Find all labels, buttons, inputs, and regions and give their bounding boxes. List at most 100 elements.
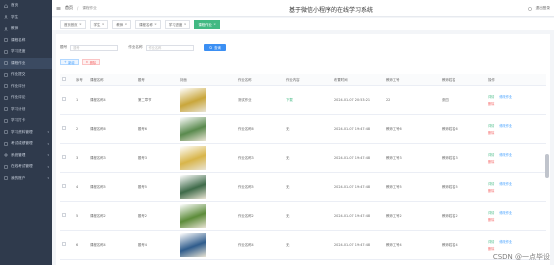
detail-button[interactable]: 详情	[488, 94, 494, 99]
tab-0[interactable]: 首页首页 ×	[60, 19, 86, 29]
chevron-down-icon: ▾	[47, 176, 49, 181]
sidebar-item[interactable]: 首页	[0, 0, 52, 12]
operation-row: + 新增 × 删除	[60, 59, 101, 65]
tab-2[interactable]: 教师 ×	[112, 19, 132, 29]
sidebar-item[interactable]: 作业提交	[0, 69, 52, 81]
sidebar-item-label: 在线考试管理	[11, 164, 33, 169]
user-icon	[4, 15, 8, 19]
close-icon[interactable]: ×	[184, 22, 187, 26]
search-button[interactable]: 查询	[203, 44, 226, 51]
cell-name: 测试作业	[236, 85, 284, 115]
cell-content: 无	[284, 114, 332, 144]
sidebar-item[interactable]: 学习进度	[0, 46, 52, 58]
menu-fold-icon[interactable]	[56, 6, 61, 11]
row-checkbox[interactable]	[62, 155, 66, 159]
sidebar-item[interactable]: 在线考试管理 ▾	[0, 161, 52, 173]
upload-icon	[4, 73, 8, 77]
delete-row-button[interactable]: 删除	[488, 188, 494, 193]
sidebar-item[interactable]: 学习资料管理 ▾	[0, 127, 52, 139]
cell-time: 2024-01-07 19:47:48	[332, 230, 384, 260]
detail-button[interactable]: 详情	[488, 123, 494, 128]
cell-teacher-no: 教师工号3	[384, 143, 440, 173]
sidebar-item[interactable]: 学习计划	[0, 104, 52, 116]
edit-button[interactable]: 修改作业	[499, 181, 512, 186]
close-icon[interactable]: ×	[79, 22, 82, 26]
row-checkbox[interactable]	[62, 184, 66, 188]
table-row[interactable]: 5 课程名称2 题号2 作业名称2 无 2024-01-07 19:47:48 教师工号2 教…	[60, 201, 546, 231]
calendar-icon	[4, 107, 8, 111]
add-button[interactable]: + 新增	[60, 59, 79, 65]
cell-content: 无	[284, 172, 332, 202]
actions-cell: 详情 修改作业 删除	[486, 85, 546, 115]
edit-button[interactable]: 修改作业	[499, 210, 512, 215]
row-checkbox[interactable]	[62, 242, 66, 246]
close-icon[interactable]: ×	[154, 22, 157, 26]
tab-5[interactable]: 课程作业 ×	[194, 19, 220, 29]
column-header: 布置时间	[332, 74, 384, 86]
row-checkbox[interactable]	[62, 126, 66, 130]
row-actions: 详情 修改作业 删除	[488, 152, 546, 164]
column-header: 作业内容	[284, 74, 332, 86]
tab-4[interactable]: 学习进度 ×	[164, 19, 191, 29]
table-row[interactable]: 6 课程名称4 题号4 作业名称4 无 2024-01-07 19:47:48 教师工号4 教…	[60, 230, 546, 260]
edit-button[interactable]: 修改作业	[499, 94, 512, 99]
number-search-input[interactable]: 题号	[70, 44, 119, 51]
cell-time: 2024-01-07 19:47:48	[332, 201, 384, 231]
detail-button[interactable]: 详情	[488, 152, 494, 157]
sidebar-item-label: 作业评论	[11, 95, 26, 100]
sidebar-item[interactable]: 学习打卡	[0, 115, 52, 127]
sidebar-item[interactable]: 学生	[0, 12, 52, 24]
detail-button[interactable]: 详情	[488, 181, 494, 186]
delete-row-button[interactable]: 删除	[488, 217, 494, 222]
cell-number: 题号3	[136, 143, 178, 173]
edit-button[interactable]: 修改作业	[499, 123, 512, 128]
edit-button[interactable]: 修改作业	[499, 152, 512, 157]
sidebar-item-label: 考试成绩管理	[11, 141, 33, 146]
cell-teacher-no: 教师工号2	[384, 201, 440, 231]
tab-1[interactable]: 学生 ×	[89, 19, 109, 29]
delete-row-button[interactable]: 删除	[488, 246, 494, 251]
column-header: 操作	[486, 74, 546, 86]
cell-time: 2024-01-07 19:47:48	[332, 172, 384, 202]
sidebar-item[interactable]: 系统管理 ▾	[0, 150, 52, 162]
sidebar-item[interactable]: 作业评分	[0, 81, 52, 93]
detail-button[interactable]: 详情	[488, 210, 494, 215]
detail-button[interactable]: 详情	[488, 239, 494, 244]
sidebar-item-label: 学生	[11, 14, 19, 19]
table-row[interactable]: 4 课程名称5 题号5 作业名称5 无 2024-01-07 19:47:48 教师工号5 教…	[60, 172, 546, 202]
logout-link[interactable]: 退出登录	[536, 6, 550, 11]
sidebar-item[interactable]: 教师	[0, 23, 52, 35]
edit-button[interactable]: 修改作业	[499, 239, 512, 244]
close-icon[interactable]: ×	[213, 22, 216, 26]
delete-button[interactable]: × 删除	[81, 59, 101, 65]
sidebar-item-label: 学习进度	[11, 49, 26, 54]
sidebar-item-label: 作业评分	[11, 83, 26, 88]
table-row[interactable]: 2 课程名称6 题号6 作业名称6 无 2024-01-07 19:47:48 教师工号6 教…	[60, 114, 546, 144]
close-icon[interactable]: ×	[102, 22, 105, 26]
actions-line: 删除	[488, 159, 546, 164]
vertical-scrollbar[interactable]	[545, 154, 549, 178]
close-icon[interactable]: ×	[125, 22, 128, 26]
cell-teacher-no: 教师工号6	[384, 114, 440, 144]
tab-3[interactable]: 课程名称 ×	[135, 19, 161, 29]
select-all-checkbox[interactable]	[62, 76, 66, 81]
delete-row-button[interactable]: 删除	[488, 101, 494, 106]
row-checkbox[interactable]	[62, 97, 66, 101]
tab-label: 学习进度	[168, 22, 183, 27]
sidebar-item[interactable]: 课程作业	[0, 57, 52, 69]
cell-content: 无	[284, 143, 332, 173]
table-row[interactable]: 1 课程名称4 第二章节 测试作业 下载 2024-01-07 20:53:21 22 张四详…	[60, 85, 546, 115]
table-row[interactable]: 3 课程名称3 题号3 作业名称3 无 2024-01-07 19:47:48 教师工号3 教…	[60, 143, 546, 173]
sidebar-item[interactable]: 我的账户 ▾	[0, 173, 52, 185]
cover-cell	[178, 85, 236, 115]
breadcrumb-home[interactable]: 首页	[65, 5, 73, 11]
sidebar-item[interactable]: 作业评论	[0, 92, 52, 104]
tab-label: 首页首页	[64, 22, 78, 27]
sidebar-item[interactable]: 考试成绩管理 ▾	[0, 138, 52, 150]
delete-row-button[interactable]: 删除	[488, 159, 494, 164]
watermark: CSDN @一点毕设	[492, 253, 550, 261]
sidebar-item[interactable]: 课程名称	[0, 35, 52, 47]
name-search-input[interactable]: 作业名称	[145, 44, 194, 51]
row-checkbox[interactable]	[62, 213, 66, 217]
delete-row-button[interactable]: 删除	[488, 130, 494, 135]
